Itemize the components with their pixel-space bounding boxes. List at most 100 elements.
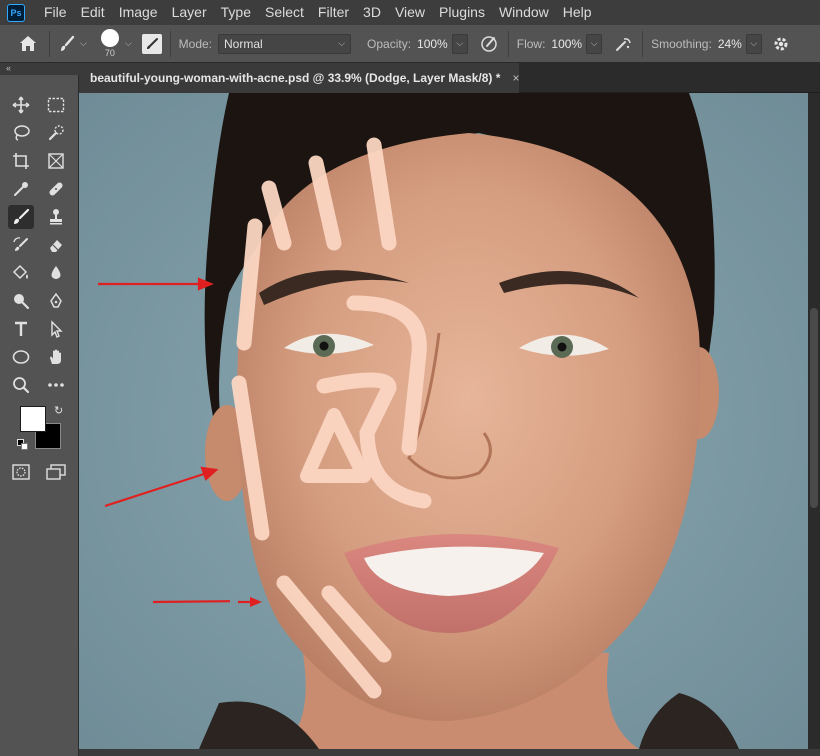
smoothing-chevron-down-icon[interactable]: ⌵ <box>745 33 762 54</box>
gradient-tool[interactable] <box>8 261 34 285</box>
pen-icon <box>50 292 62 308</box>
brush-size-value: 70 <box>104 48 115 58</box>
ellipse-icon <box>12 350 30 364</box>
arrow-head-icon <box>197 277 214 291</box>
quick-selection-tool[interactable] <box>43 121 69 145</box>
clone-stamp-tool[interactable] <box>43 205 69 229</box>
quick-mask-mode-button[interactable] <box>8 460 34 484</box>
swap-colors-icon[interactable]: ↻ <box>54 404 63 417</box>
screen-mode-button[interactable] <box>43 460 69 484</box>
magnifier-icon <box>13 377 30 394</box>
rectangular-marquee-tool[interactable] <box>43 93 69 117</box>
close-tab-icon[interactable]: × <box>512 71 519 85</box>
type-icon <box>15 321 27 336</box>
menu-filter[interactable]: Filter <box>311 0 356 25</box>
mode-dropdown[interactable]: Normal ⌵ <box>218 33 352 54</box>
annotation-arrow-head <box>238 597 262 607</box>
dodge-icon <box>14 294 30 310</box>
menu-file[interactable]: File <box>37 0 74 25</box>
airbrush-button[interactable] <box>612 33 634 55</box>
opacity-chevron-down-icon[interactable]: ⌵ <box>451 33 468 54</box>
eraser-tool[interactable] <box>43 233 69 257</box>
history-brush-icon <box>13 237 28 251</box>
paint-bucket-icon <box>12 264 28 280</box>
type-tool[interactable] <box>8 317 34 341</box>
divider <box>642 30 644 57</box>
spot-healing-brush-tool[interactable] <box>43 177 69 201</box>
status-bar <box>79 749 820 756</box>
lasso-icon <box>14 125 30 141</box>
home-icon <box>20 36 36 51</box>
move-icon <box>12 96 30 114</box>
menu-image[interactable]: Image <box>112 0 165 25</box>
menu-select[interactable]: Select <box>258 0 311 25</box>
chevron-down-icon[interactable]: ⌵ <box>125 38 132 49</box>
airbrush-icon <box>616 37 631 51</box>
menu-plugins[interactable]: Plugins <box>432 0 492 25</box>
chevron-down-icon: ⌵ <box>338 38 346 48</box>
brush-tool[interactable] <box>8 205 34 229</box>
divider <box>49 30 50 57</box>
hand-icon <box>50 349 61 364</box>
pressure-opacity-button[interactable] <box>478 33 500 55</box>
brush-icon <box>14 208 30 224</box>
eyedropper-tool[interactable] <box>8 177 34 201</box>
zoom-tool[interactable] <box>8 373 34 397</box>
toolbar-collapse-toggle[interactable]: « <box>0 63 79 75</box>
menu-view[interactable]: View <box>388 0 432 25</box>
smoothing-input[interactable]: 24% <box>718 37 742 51</box>
mode-value: Normal <box>224 36 263 51</box>
quick-mask-icon <box>12 464 30 480</box>
path-selection-tool[interactable] <box>43 317 69 341</box>
edit-toolbar-button[interactable] <box>43 373 69 397</box>
opacity-input[interactable]: 100% <box>417 37 448 51</box>
annotation-arrows <box>98 277 230 604</box>
lasso-tool[interactable] <box>8 121 34 145</box>
menu-help[interactable]: Help <box>556 0 599 25</box>
marquee-icon <box>47 97 65 113</box>
history-brush-tool[interactable] <box>8 233 34 257</box>
smoothing-label: Smoothing: <box>651 36 712 51</box>
menu-layer[interactable]: Layer <box>165 0 214 25</box>
red-arrow <box>152 600 230 604</box>
blur-tool[interactable] <box>43 261 69 285</box>
dodge-tool[interactable] <box>8 289 34 313</box>
menu-3d[interactable]: 3D <box>356 0 388 25</box>
divider <box>169 30 171 57</box>
smoothing-options-button[interactable] <box>770 33 792 55</box>
pen-tool[interactable] <box>43 289 69 313</box>
opacity-label: Opacity: <box>367 36 412 51</box>
brush-tip-icon <box>100 29 119 47</box>
ellipse-tool[interactable] <box>8 345 34 369</box>
menu-bar: Ps File Edit Image Layer Type Select Fil… <box>0 0 820 25</box>
crop-tool[interactable] <box>8 149 34 173</box>
document-tab-title: beautiful-young-woman-with-acne.psd @ 33… <box>90 71 501 85</box>
gear-icon <box>774 37 788 50</box>
vertical-scrollbar[interactable] <box>808 93 820 749</box>
menu-window[interactable]: Window <box>492 0 556 25</box>
arrow-head-icon <box>200 466 219 481</box>
menu-type[interactable]: Type <box>214 0 258 25</box>
move-tool[interactable] <box>8 93 34 117</box>
frame-tool[interactable] <box>43 149 69 173</box>
tool-preset-picker[interactable]: ⌵ <box>58 35 87 53</box>
menu-edit[interactable]: Edit <box>74 0 112 25</box>
hand-tool[interactable] <box>43 345 69 369</box>
foreground-color-swatch[interactable] <box>20 406 46 432</box>
mode-label: Mode: <box>178 36 213 51</box>
default-colors-icon[interactable] <box>17 439 29 451</box>
brush-panel-icon <box>146 37 158 49</box>
flow-chevron-down-icon[interactable]: ⌵ <box>586 33 603 54</box>
scrollbar-thumb[interactable] <box>810 308 818 508</box>
photoshop-logo-icon[interactable]: Ps <box>7 3 25 22</box>
brush-icon <box>61 35 75 51</box>
arrow-cursor-icon <box>51 320 63 338</box>
tools-panel: ↻ <box>0 75 79 756</box>
document-tab[interactable]: beautiful-young-woman-with-acne.psd @ 33… <box>79 63 519 93</box>
flow-input[interactable]: 100% <box>551 37 582 51</box>
brush-preset-picker[interactable]: 70 <box>99 29 121 58</box>
bandage-icon <box>49 182 63 196</box>
brush-settings-panel-button[interactable] <box>141 33 162 54</box>
home-button[interactable] <box>15 31 41 57</box>
more-icon <box>48 383 64 387</box>
